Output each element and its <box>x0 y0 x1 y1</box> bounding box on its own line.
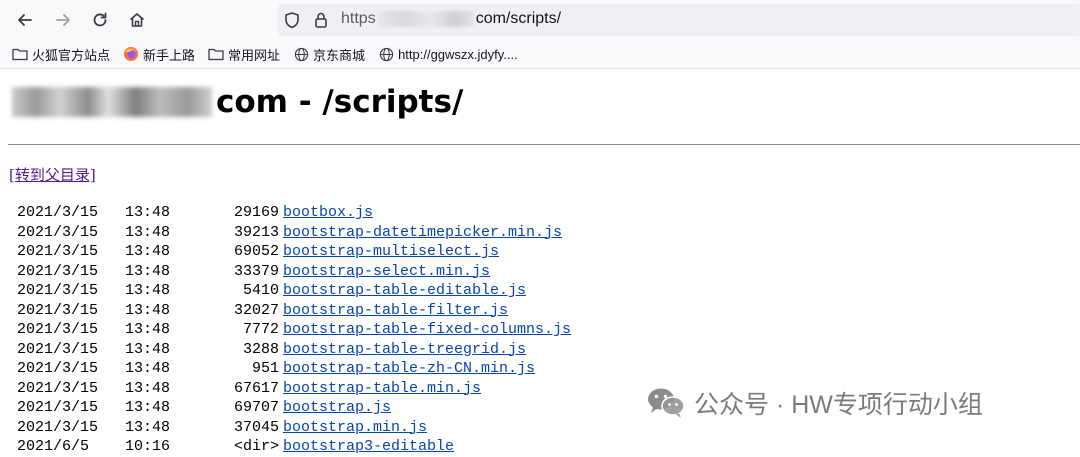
page-title: com - /scripts/ <box>12 79 463 125</box>
file-date: 2021/3/15 <box>17 243 99 260</box>
page-title-text: com - /scripts/ <box>216 84 464 120</box>
file-time: 13:48 <box>125 418 171 436</box>
bookmarks-toolbar: 火狐官方站点 新手上路 常用网址 京东商城 http://ggwszx.jdyf… <box>0 41 1080 67</box>
file-link[interactable]: bootbox.js <box>283 203 373 223</box>
file-size: 5410 <box>242 282 279 299</box>
file-date: 2021/3/15 <box>17 321 99 338</box>
file-time: 13:48 <box>125 262 171 280</box>
reload-button[interactable] <box>86 6 114 34</box>
address-bar[interactable]: https com/scripts/ <box>278 4 1080 36</box>
lock-icon[interactable] <box>311 10 331 30</box>
file-link[interactable]: bootstrap-table-filter.js <box>283 301 508 321</box>
globe-icon <box>293 46 309 62</box>
wechat-icon <box>646 385 686 421</box>
bookmark-label: 新手上路 <box>143 47 196 63</box>
watermark: 公众号 · HW专项行动小组 <box>646 383 983 423</box>
file-time: 13:48 <box>125 340 171 358</box>
parent-directory-link[interactable]: [转到父目录] <box>9 164 96 185</box>
shield-icon[interactable] <box>282 10 302 30</box>
file-size: 951 <box>251 360 279 377</box>
file-date: 2021/3/15 <box>17 399 99 416</box>
back-arrow-icon <box>18 14 32 26</box>
file-link[interactable]: bootstrap-select.min.js <box>283 262 490 282</box>
bookmark-label: http://ggwszx.jdyfy.... <box>398 46 518 62</box>
file-date: 2021/3/15 <box>17 379 99 397</box>
file-size: 3288 <box>242 340 279 358</box>
file-date: 2021/3/15 <box>17 223 99 241</box>
file-size: 37045 <box>233 418 279 436</box>
folder-icon <box>208 46 224 62</box>
file-link[interactable]: bootstrap.js <box>283 398 391 418</box>
file-time: 13:48 <box>125 379 171 397</box>
file-time: 13:48 <box>125 223 171 241</box>
browser-chrome: https com/scripts/ 火狐官方站点 新手上路 常用网址 京东商城… <box>0 0 1080 69</box>
file-link[interactable]: bootstrap-datetimepicker.min.js <box>283 223 562 243</box>
file-date: 2021/3/15 <box>17 262 99 280</box>
forward-button[interactable] <box>49 6 77 34</box>
file-date: 2021/3/15 <box>17 301 99 319</box>
firefox-icon <box>123 46 139 62</box>
file-time: 13:48 <box>125 301 171 319</box>
file-time: 13:48 <box>125 282 171 299</box>
bookmark-label: 常用网址 <box>228 47 281 63</box>
file-date: 2021/3/15 <box>17 340 99 358</box>
url-scheme: https <box>341 10 376 27</box>
bookmark-item[interactable]: 火狐官方站点 <box>12 45 110 64</box>
reload-icon <box>93 12 107 27</box>
redacted-domain <box>12 87 212 117</box>
file-link[interactable]: bootstrap-table-fixed-columns.js <box>283 320 571 340</box>
back-button[interactable] <box>11 6 39 34</box>
home-icon <box>129 13 145 27</box>
file-link[interactable]: bootstrap-table-editable.js <box>283 281 526 301</box>
file-size: 67617 <box>233 379 279 397</box>
file-date: 2021/3/15 <box>17 204 99 221</box>
redacted-domain <box>377 11 474 27</box>
file-time: 13:48 <box>125 321 171 338</box>
globe-icon <box>378 46 394 62</box>
file-link[interactable]: bootstrap-table-treegrid.js <box>283 340 526 360</box>
file-link[interactable]: bootstrap-table-zh-CN.min.js <box>283 359 535 379</box>
file-time: 13:48 <box>125 243 171 260</box>
file-size: 29169 <box>233 204 279 221</box>
bookmark-item[interactable]: 常用网址 <box>208 45 280 64</box>
divider <box>8 144 1080 145</box>
navigation-toolbar: https com/scripts/ <box>0 0 1080 40</box>
url-text[interactable]: https com/scripts/ <box>341 10 561 28</box>
home-button[interactable] <box>123 6 151 34</box>
file-size: 7772 <box>242 321 279 338</box>
file-link[interactable]: bootstrap-table.min.js <box>283 379 481 399</box>
file-size: 69707 <box>233 399 279 416</box>
file-date: 2021/3/15 <box>17 418 99 436</box>
file-size: 33379 <box>233 262 279 280</box>
file-date: 2021/3/15 <box>17 360 99 377</box>
file-size: 32027 <box>233 301 279 319</box>
watermark-text: 公众号 · HW专项行动小组 <box>694 391 983 419</box>
bookmark-label: 火狐官方站点 <box>32 47 111 63</box>
file-time: 13:48 <box>125 204 171 221</box>
file-link[interactable]: bootstrap-multiselect.js <box>283 242 499 262</box>
file-size: 39213 <box>233 223 279 241</box>
bookmark-item[interactable]: 京东商城 <box>293 45 365 64</box>
forward-arrow-icon <box>56 14 70 26</box>
file-size: 69052 <box>233 243 279 260</box>
url-path: com/scripts/ <box>475 10 562 27</box>
file-time: 13:48 <box>125 399 171 416</box>
file-link[interactable]: bootstrap.min.js <box>283 418 427 438</box>
bookmark-label: 京东商城 <box>313 47 366 63</box>
folder-icon <box>12 46 28 62</box>
file-date: 2021/3/15 <box>17 282 99 299</box>
bookmark-item[interactable]: http://ggwszx.jdyfy.... <box>378 46 518 62</box>
bookmark-item[interactable]: 新手上路 <box>123 45 195 64</box>
file-time: 13:48 <box>125 360 171 377</box>
